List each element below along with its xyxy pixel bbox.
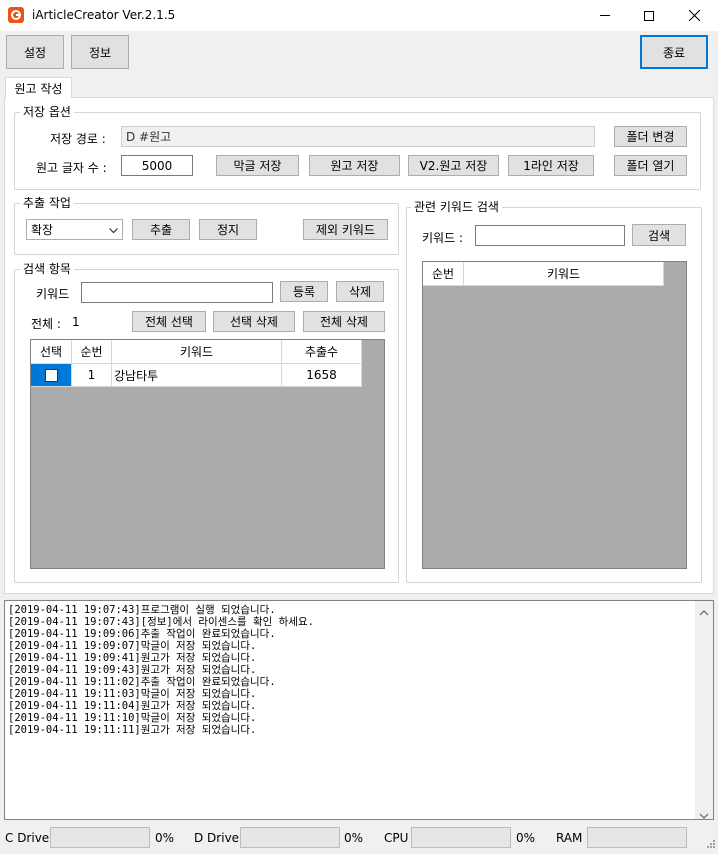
stop-button[interactable]: 정지 bbox=[199, 219, 257, 240]
d-drive-progress bbox=[240, 827, 340, 848]
log-line: [2019-04-11 19:11:11]원고가 저장 되었습니다. bbox=[8, 724, 257, 736]
search-items-title: 검색 항목 bbox=[20, 262, 74, 276]
select-all-button[interactable]: 전체 선택 bbox=[132, 311, 206, 332]
delete-selected-button[interactable]: 선택 삭제 bbox=[213, 311, 295, 332]
save-wongo-button[interactable]: 원고 저장 bbox=[309, 155, 400, 176]
app-logo-icon bbox=[8, 7, 24, 23]
c-drive-progress bbox=[50, 827, 150, 848]
search-button[interactable]: 검색 bbox=[632, 224, 686, 246]
log-line: [2019-04-11 19:11:02]추출 작업이 완료되었습니다. bbox=[8, 676, 276, 688]
keyword-input[interactable] bbox=[81, 282, 273, 303]
log-line: [2019-04-11 19:09:07]막글이 저장 되었습니다. bbox=[8, 640, 257, 652]
column-header-count[interactable]: 추출수 bbox=[282, 340, 362, 364]
related-keyword-grid[interactable]: 순번 키워드 bbox=[422, 261, 687, 569]
d-drive-label: D Drive bbox=[194, 831, 240, 845]
log-line: [2019-04-11 19:07:43]프로그램이 실행 되었습니다. bbox=[8, 604, 276, 616]
log-line: [2019-04-11 19:09:41]원고가 저장 되었습니다. bbox=[8, 652, 257, 664]
delete-button[interactable]: 삭제 bbox=[336, 281, 384, 302]
cpu-progress bbox=[411, 827, 511, 848]
delete-all-button[interactable]: 전체 삭제 bbox=[303, 311, 385, 332]
column-header-select[interactable]: 선택 bbox=[31, 340, 72, 364]
log-line: [2019-04-11 19:07:43][정보]에서 라이센스를 확인 하세요… bbox=[8, 616, 314, 628]
window-title: iArticleCreator Ver.2.1.5 bbox=[32, 8, 176, 22]
related-keyword-input[interactable] bbox=[475, 225, 625, 246]
exit-button[interactable]: 종료 bbox=[640, 35, 708, 69]
char-count-input[interactable]: 5000 bbox=[121, 155, 193, 176]
save-path-input[interactable]: D #원고 bbox=[121, 126, 595, 147]
minimize-icon[interactable] bbox=[583, 0, 627, 31]
cpu-label: CPU bbox=[384, 831, 409, 845]
table-row-keyword: 강남타투 bbox=[112, 364, 282, 387]
extract-button[interactable]: 추출 bbox=[132, 219, 190, 240]
register-button[interactable]: 등록 bbox=[280, 281, 328, 302]
exclude-keyword-button[interactable]: 제외 키워드 bbox=[303, 219, 388, 240]
save-v2-button[interactable]: V2.원고 저장 bbox=[408, 155, 499, 176]
log-line: [2019-04-11 19:09:06]추출 작업이 완료되었습니다. bbox=[8, 628, 276, 640]
save-options-title: 저장 옵션 bbox=[20, 105, 74, 119]
ram-label: RAM bbox=[556, 831, 583, 845]
keyword-grid[interactable]: 선택 순번 키워드 추출수 1 강남타투 1658 bbox=[30, 339, 385, 569]
d-drive-value: 0% bbox=[344, 831, 364, 845]
scroll-up-icon[interactable] bbox=[699, 605, 709, 619]
column-header-related-no[interactable]: 순번 bbox=[423, 262, 464, 286]
related-keyword-title: 관련 키워드 검색 bbox=[411, 200, 502, 214]
ram-progress bbox=[587, 827, 687, 848]
related-keyword-label: 키워드 : bbox=[422, 231, 463, 245]
save-options-group bbox=[14, 112, 701, 190]
open-folder-button[interactable]: 폴더 열기 bbox=[614, 155, 687, 176]
maximize-icon[interactable] bbox=[627, 0, 671, 31]
save-1line-button[interactable]: 1라인 저장 bbox=[508, 155, 594, 176]
keyword-label: 키워드 bbox=[36, 287, 70, 301]
char-count-label: 원고 글자 수 : bbox=[36, 161, 107, 175]
log-line: [2019-04-11 19:11:03]막글이 저장 되었습니다. bbox=[8, 688, 257, 700]
table-row-checkbox-cell[interactable] bbox=[31, 364, 72, 387]
extract-mode-value: 확장 bbox=[31, 223, 54, 237]
chevron-down-icon bbox=[109, 223, 118, 237]
info-button[interactable]: 정보 bbox=[71, 35, 129, 69]
log-line: [2019-04-11 19:11:04]원고가 저장 되었습니다. bbox=[8, 700, 257, 712]
table-row-count: 1658 bbox=[282, 364, 362, 387]
log-line: [2019-04-11 19:11:10]막글이 저장 되었습니다. bbox=[8, 712, 257, 724]
column-header-no[interactable]: 순번 bbox=[72, 340, 112, 364]
cpu-value: 0% bbox=[516, 831, 536, 845]
log-textarea[interactable]: [2019-04-11 19:07:43]프로그램이 실행 되었습니다. [20… bbox=[4, 600, 714, 820]
c-drive-value: 0% bbox=[155, 831, 175, 845]
scroll-down-icon[interactable] bbox=[699, 808, 709, 822]
c-drive-label: C Drive bbox=[5, 831, 50, 845]
table-row-no: 1 bbox=[72, 364, 112, 387]
extract-mode-select[interactable]: 확장 bbox=[26, 219, 123, 240]
save-makgeul-button[interactable]: 막글 저장 bbox=[216, 155, 299, 176]
log-line: [2019-04-11 19:09:43]원고가 저장 되었습니다. bbox=[8, 664, 257, 676]
column-header-keyword[interactable]: 키워드 bbox=[112, 340, 282, 364]
resize-grip-icon[interactable] bbox=[704, 839, 716, 851]
log-scrollbar[interactable] bbox=[695, 601, 713, 819]
total-count: 1 bbox=[72, 315, 80, 329]
close-icon[interactable] bbox=[671, 0, 718, 31]
tab-wongo[interactable]: 원고 작성 bbox=[5, 77, 72, 98]
settings-button[interactable]: 설정 bbox=[6, 35, 64, 69]
row-checkbox[interactable] bbox=[44, 368, 58, 382]
extract-title: 추출 작업 bbox=[20, 196, 74, 210]
change-folder-button[interactable]: 폴더 변경 bbox=[614, 126, 687, 147]
total-label: 전체 : bbox=[31, 317, 61, 331]
column-header-related-keyword[interactable]: 키워드 bbox=[464, 262, 664, 286]
save-path-label: 저장 경로 : bbox=[50, 132, 106, 146]
